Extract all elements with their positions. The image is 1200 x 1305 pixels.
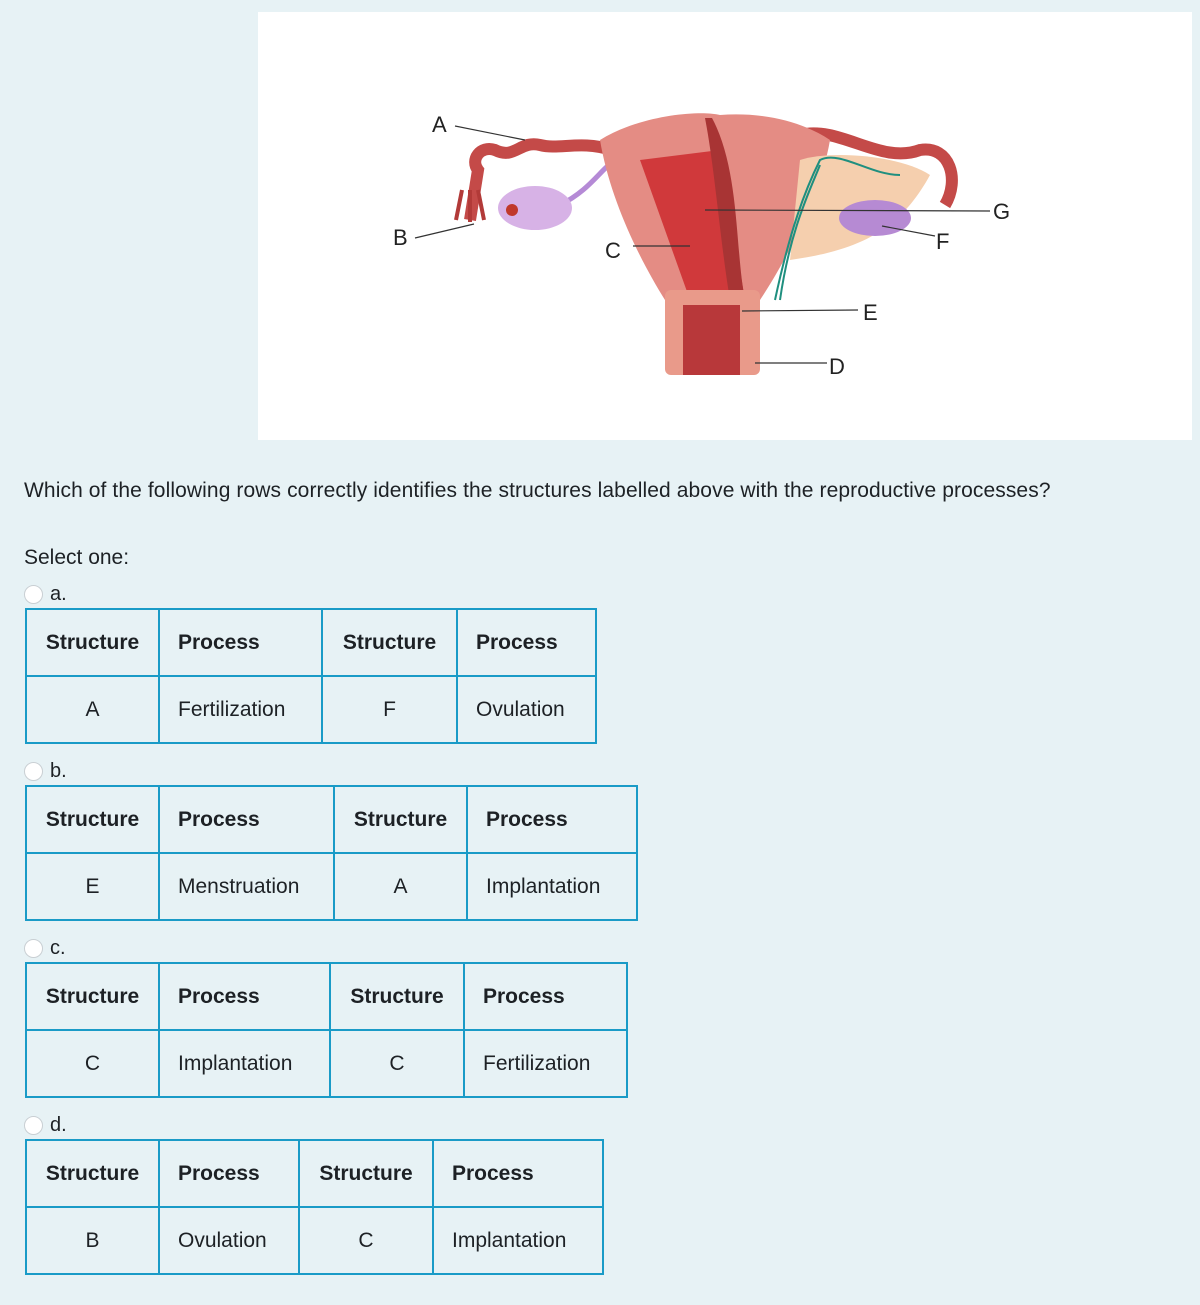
option-letter[interactable]: c. [50, 937, 66, 960]
column-header: Structure [321, 608, 458, 677]
column-header: Process [158, 1139, 300, 1208]
uterus-diagram: A B C D E F G [393, 112, 1010, 379]
fimbriae [454, 189, 486, 222]
label-g: G [993, 199, 1010, 224]
column-header: Process [432, 1139, 604, 1208]
header-row: Structure Process Structure Process [25, 785, 638, 854]
label-b: B [393, 225, 408, 250]
table-row: A Fertilization F Ovulation [25, 675, 597, 744]
structure-cell: F [321, 675, 458, 744]
table-row: E Menstruation A Implantation [25, 852, 638, 921]
option-radio-row[interactable]: d. [24, 1113, 604, 1137]
column-header: Process [456, 608, 597, 677]
option-letter[interactable]: b. [50, 760, 67, 783]
option-radio-row[interactable]: a. [24, 582, 597, 606]
option-radio-row[interactable]: b. [24, 759, 638, 783]
process-cell: Menstruation [158, 852, 335, 921]
select-prompt: Select one: [24, 546, 130, 569]
column-header: Structure [25, 785, 160, 854]
radio-button[interactable] [24, 938, 43, 958]
column-header: Structure [298, 1139, 434, 1208]
right-ovary [839, 200, 911, 236]
option-3[interactable]: d. Structure Process Structure Process B Ovula… [24, 1113, 604, 1275]
structure-cell: A [25, 675, 160, 744]
label-c: C [605, 238, 621, 263]
process-cell: Implantation [158, 1029, 331, 1098]
table-row: C Implantation C Fertilization [25, 1029, 628, 1098]
header-row: Structure Process Structure Process [25, 962, 628, 1031]
process-cell: Fertilization [463, 1029, 628, 1098]
option-letter[interactable]: d. [50, 1114, 67, 1137]
reproductive-system-figure: A B C D E F G [258, 12, 1192, 440]
vaginal-canal [683, 305, 740, 375]
option-table: Structure Process Structure Process B Ovulati… [25, 1139, 604, 1275]
process-cell: Implantation [432, 1206, 604, 1275]
table-row: B Ovulation C Implantation [25, 1206, 604, 1275]
structure-cell: E [25, 852, 160, 921]
follicle [506, 204, 518, 216]
structure-cell: C [25, 1029, 160, 1098]
header-row: Structure Process Structure Process [25, 608, 597, 677]
header-row: Structure Process Structure Process [25, 1139, 604, 1208]
process-cell: Ovulation [456, 675, 597, 744]
column-header: Process [158, 785, 335, 854]
label-d: D [829, 354, 845, 379]
structure-cell: B [25, 1206, 160, 1275]
column-header: Structure [329, 962, 465, 1031]
column-header: Structure [25, 1139, 160, 1208]
process-cell: Fertilization [158, 675, 323, 744]
label-f: F [936, 229, 949, 254]
radio-button[interactable] [24, 584, 43, 604]
option-table: Structure Process Structure Process A Fertili… [25, 608, 597, 744]
column-header: Process [158, 608, 323, 677]
option-radio-row[interactable]: c. [24, 936, 628, 960]
column-header: Process [463, 962, 628, 1031]
process-cell: Ovulation [158, 1206, 300, 1275]
radio-button[interactable] [24, 761, 43, 781]
option-0[interactable]: a. Structure Process Structure Process A Ferti… [24, 582, 597, 744]
option-2[interactable]: c. Structure Process Structure Process C Impla… [24, 936, 628, 1098]
column-header: Structure [25, 608, 160, 677]
option-table: Structure Process Structure Process E Menstru… [25, 785, 638, 921]
structure-cell: C [329, 1029, 465, 1098]
structure-cell: A [333, 852, 468, 921]
column-header: Process [466, 785, 638, 854]
label-a: A [432, 112, 447, 137]
option-letter[interactable]: a. [50, 583, 67, 606]
option-1[interactable]: b. Structure Process Structure Process E Menst… [24, 759, 638, 921]
structure-cell: C [298, 1206, 434, 1275]
process-cell: Implantation [466, 852, 638, 921]
radio-button[interactable] [24, 1115, 43, 1135]
option-table: Structure Process Structure Process C Implant… [25, 962, 628, 1098]
column-header: Process [158, 962, 331, 1031]
question-text: Which of the following rows correctly id… [24, 479, 1051, 502]
column-header: Structure [25, 962, 160, 1031]
label-e: E [863, 300, 878, 325]
column-header: Structure [333, 785, 468, 854]
